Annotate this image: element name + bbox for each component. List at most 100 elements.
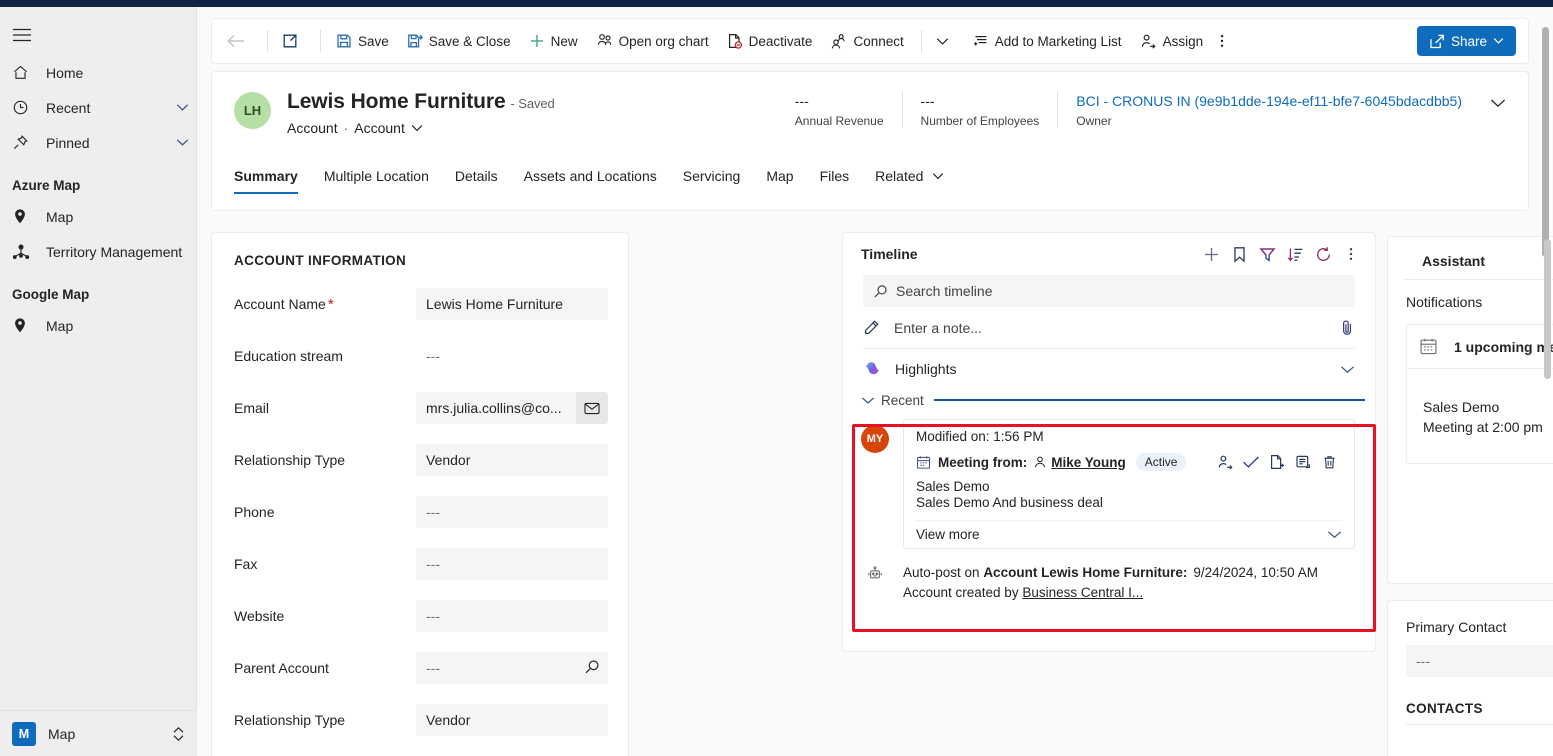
- highlights-section-toggle[interactable]: Highlights: [863, 349, 1355, 389]
- enter-a-note-input[interactable]: Enter a note...: [863, 307, 1355, 349]
- stat-value: ---: [920, 93, 935, 109]
- chevron-down-icon[interactable]: [168, 138, 196, 147]
- sidebar-item-recent[interactable]: Recent: [0, 90, 196, 125]
- sidebar-item-pinned[interactable]: Pinned: [0, 125, 196, 160]
- assign-button[interactable]: Assign: [1132, 25, 1212, 57]
- share-button[interactable]: Share: [1416, 26, 1516, 56]
- sidebar-item-google-map[interactable]: Map: [0, 308, 196, 343]
- tab-related[interactable]: Related: [875, 168, 944, 194]
- breadcrumb-form[interactable]: Account: [354, 120, 405, 136]
- updown-chevrons-icon[interactable]: [172, 726, 185, 742]
- deactivate-button[interactable]: Deactivate: [719, 25, 821, 57]
- content-scrollbar-thumb[interactable]: [1544, 239, 1551, 379]
- paperclip-icon[interactable]: [1340, 319, 1355, 336]
- sort-button[interactable]: [1281, 240, 1309, 268]
- open-in-new-window-button[interactable]: [275, 25, 311, 57]
- share-icon: [1429, 34, 1445, 49]
- website-input[interactable]: ---: [416, 600, 608, 632]
- breadcrumb-entity[interactable]: Account: [287, 120, 338, 136]
- command-label: Save: [358, 33, 389, 49]
- relationship-type-input-2[interactable]: Vendor: [416, 704, 608, 736]
- field-relationship-type-2: Relationship Type Vendor: [212, 704, 628, 736]
- search-icon[interactable]: [584, 659, 600, 675]
- header-stat-owner: BCI - CRONUS IN (9e9b1dde-194e-ef11-bfe7…: [1057, 92, 1480, 128]
- tab-label: Map: [766, 168, 794, 184]
- contacts-title: CONTACTS: [1406, 701, 1483, 716]
- bookmark-button[interactable]: [1225, 240, 1253, 268]
- view-more-button[interactable]: View more: [916, 520, 1342, 542]
- sidebar-item-label: Map: [46, 317, 74, 334]
- page-scrollbar-thumb[interactable]: [1542, 27, 1549, 257]
- timeline-more-button[interactable]: [1337, 240, 1365, 268]
- refresh-button[interactable]: [1309, 240, 1337, 268]
- header-stat-number-of-employees: --- Number of Employees: [901, 92, 1058, 128]
- primary-contact-input[interactable]: ---: [1406, 645, 1553, 677]
- chevron-down-icon[interactable]: [168, 103, 196, 112]
- tab-label: Details: [454, 168, 498, 184]
- autopost-created-by-link[interactable]: Business Central I...: [1022, 585, 1143, 600]
- chevron-down-icon[interactable]: [855, 396, 881, 405]
- fax-input[interactable]: ---: [416, 548, 608, 580]
- meeting-from-label: Meeting from:: [938, 454, 1028, 470]
- phone-input[interactable]: ---: [416, 496, 608, 528]
- email-input[interactable]: mrs.julia.collins@co...: [416, 392, 608, 424]
- timeline-entry-autopost: Auto-post on Account Lewis Home Furnitur…: [843, 549, 1375, 603]
- highlights-label: Highlights: [895, 361, 957, 377]
- calendar-icon: [1419, 337, 1438, 356]
- trash-icon[interactable]: [1316, 451, 1342, 473]
- owner-link[interactable]: BCI - CRONUS IN (9e9b1dde-194e-ef11-bfe7…: [1076, 92, 1462, 110]
- connect-button[interactable]: Connect: [822, 25, 911, 57]
- convert-to-case-icon[interactable]: [1264, 451, 1290, 473]
- command-overflow-button[interactable]: [1213, 25, 1237, 57]
- record-name: Lewis Home Furniture: [287, 90, 506, 113]
- hamburger-icon[interactable]: [0, 15, 44, 55]
- filter-button[interactable]: [1253, 240, 1281, 268]
- education-stream-input[interactable]: ---: [416, 340, 608, 372]
- search-timeline-input[interactable]: Search timeline: [863, 275, 1355, 307]
- assign-user-icon: [1140, 33, 1157, 49]
- account-information-panel: ACCOUNT INFORMATION Account Name * Lewis…: [211, 232, 629, 756]
- field-label: Relationship Type: [234, 452, 346, 468]
- account-name-input[interactable]: Lewis Home Furniture: [416, 288, 608, 320]
- stat-value: ---: [794, 93, 809, 109]
- person-link[interactable]: Mike Young: [1051, 455, 1126, 470]
- status-badge: Active: [1135, 453, 1187, 471]
- save-button[interactable]: Save: [328, 25, 397, 57]
- add-timeline-record-button[interactable]: [1197, 240, 1225, 268]
- chevron-down-icon[interactable]: [411, 124, 423, 132]
- tab-summary[interactable]: Summary: [234, 168, 298, 194]
- notifications-label: Notifications: [1406, 294, 1483, 310]
- sidebar-item-azure-map[interactable]: Map: [0, 199, 196, 234]
- connect-dropdown-button[interactable]: [929, 25, 962, 57]
- timeline-entry-card[interactable]: Modified on: 1:56 PM Meeting from: Mike …: [903, 419, 1355, 549]
- tab-assets-and-locations[interactable]: Assets and Locations: [524, 168, 657, 194]
- tab-details[interactable]: Details: [455, 168, 498, 194]
- tab-servicing[interactable]: Servicing: [683, 168, 741, 194]
- app-switcher[interactable]: M Map: [0, 710, 197, 756]
- sidebar-item-territory-management[interactable]: Territory Management: [0, 234, 196, 269]
- relationship-type-input[interactable]: Vendor: [416, 444, 608, 476]
- field-label-text: Account Name: [234, 296, 326, 312]
- tab-map[interactable]: Map: [766, 168, 793, 194]
- field-value: ---: [416, 496, 608, 528]
- check-icon[interactable]: [1238, 451, 1264, 473]
- save-and-close-button[interactable]: Save & Close: [399, 25, 519, 57]
- add-note-icon[interactable]: [1290, 451, 1316, 473]
- notification-body: Sales Demo Meeting at 2:00 pm: [1407, 369, 1553, 463]
- notification-card-header[interactable]: 1 upcoming meeting: [1407, 325, 1553, 369]
- open-org-chart-button[interactable]: Open org chart: [588, 25, 717, 57]
- header-expand-chevron-down-icon[interactable]: [1490, 92, 1506, 108]
- sidebar-item-home[interactable]: Home: [0, 55, 196, 90]
- mail-icon[interactable]: [576, 392, 608, 424]
- chevron-down-icon[interactable]: [1340, 365, 1355, 374]
- field-label: Account Name *: [234, 288, 416, 313]
- assign-user-icon[interactable]: [1212, 451, 1238, 473]
- tab-files[interactable]: Files: [820, 168, 850, 194]
- parent-account-input[interactable]: ---: [416, 652, 608, 684]
- add-to-marketing-list-button[interactable]: Add to Marketing List: [964, 25, 1130, 57]
- tab-multiple-location[interactable]: Multiple Location: [324, 168, 429, 194]
- notification-card: 1 upcoming meeting Sales Demo Meeting at…: [1406, 324, 1553, 464]
- new-button[interactable]: New: [521, 25, 586, 57]
- contacts-sort-row: [1388, 725, 1553, 750]
- back-button[interactable]: [220, 25, 258, 57]
